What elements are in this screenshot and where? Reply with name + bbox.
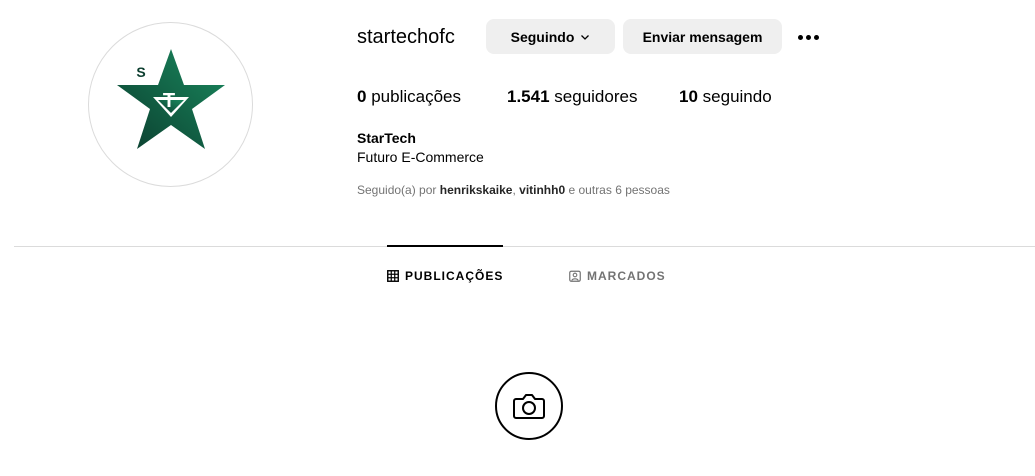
posts-count: 0 — [357, 87, 367, 106]
empty-state-camera — [495, 372, 563, 440]
profile-username: startechofc — [357, 26, 455, 48]
following-button[interactable]: Seguindo — [486, 19, 615, 54]
grid-icon — [387, 270, 399, 282]
chevron-down-icon — [581, 34, 590, 40]
posts-label: publicações — [371, 87, 461, 106]
followers-stat[interactable]: 1.541 seguidores — [507, 86, 637, 108]
logo-letter-t: T — [162, 90, 174, 112]
followed-by-user-2[interactable]: vitinhh0 — [519, 183, 565, 197]
tagged-icon — [569, 270, 581, 282]
followed-by-suffix: e outras 6 pessoas — [568, 183, 670, 197]
profile-bio: Futuro E-Commerce — [357, 149, 484, 165]
profile-full-name: StarTech — [357, 130, 416, 146]
profile-avatar[interactable]: T S — [88, 22, 253, 187]
more-horizontal-icon[interactable] — [793, 24, 823, 50]
following-button-label: Seguindo — [510, 28, 575, 45]
send-message-button[interactable]: Enviar mensagem — [623, 19, 782, 54]
tab-posts-label: PUBLICAÇÕES — [405, 269, 504, 283]
posts-count-stat: 0 publicações — [357, 86, 461, 108]
active-tab-indicator — [387, 245, 503, 247]
logo-letter-s: S — [136, 64, 145, 80]
tabs-divider — [14, 246, 1035, 247]
startech-logo: T S — [116, 48, 225, 149]
followed-by-prefix: Seguido(a) por — [357, 183, 437, 197]
followed-by-text[interactable]: Seguido(a) por henrikskaike, vitinhh0 e … — [357, 182, 670, 198]
send-message-label: Enviar mensagem — [642, 28, 763, 45]
following-count: 10 — [679, 87, 698, 106]
followed-by-user-1[interactable]: henrikskaike — [440, 183, 513, 197]
followers-count: 1.541 — [507, 87, 550, 106]
tab-posts[interactable]: PUBLICAÇÕES — [387, 268, 503, 284]
followers-label: seguidores — [554, 87, 638, 106]
followed-by-separator: , — [512, 183, 516, 197]
tab-tagged-label: MARCADOS — [587, 269, 666, 283]
tab-tagged[interactable]: MARCADOS — [569, 268, 666, 284]
following-stat[interactable]: 10 seguindo — [679, 86, 772, 108]
following-label: seguindo — [702, 87, 772, 106]
camera-icon — [513, 394, 545, 419]
